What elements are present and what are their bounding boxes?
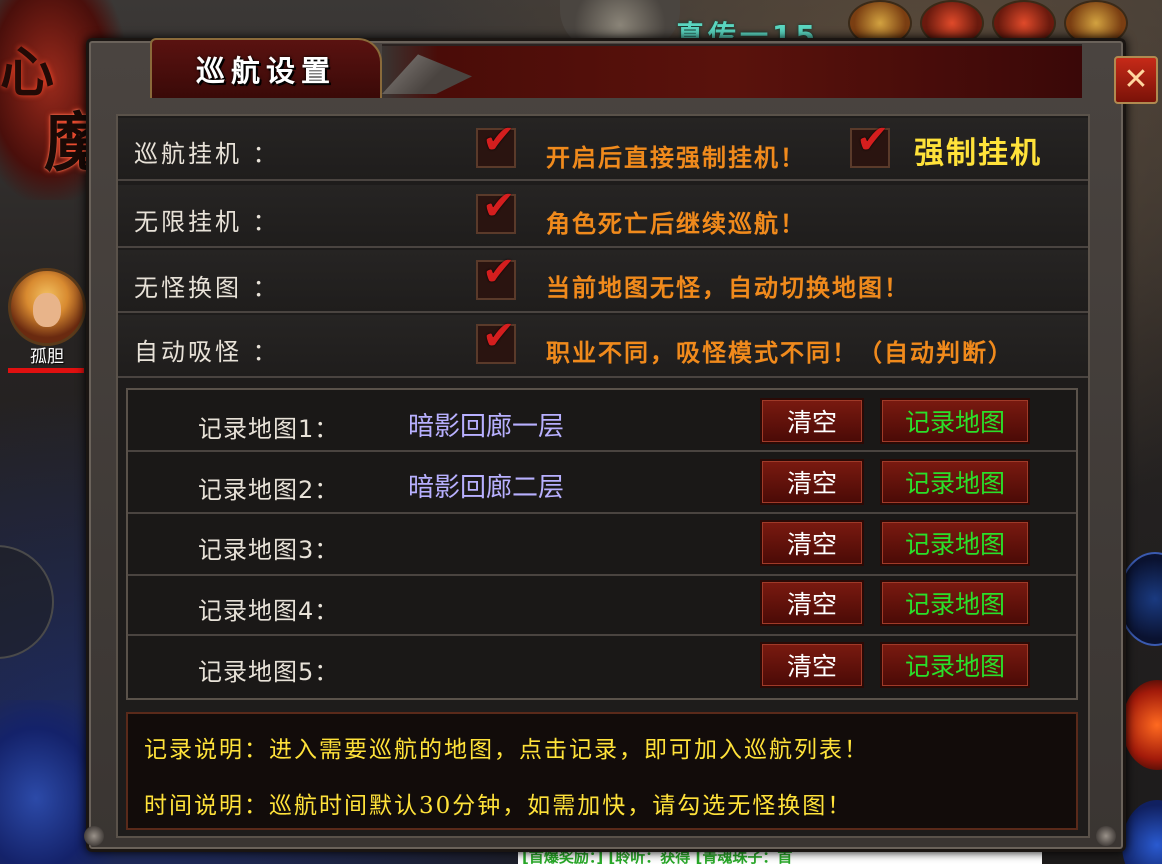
check-icon: ✔ [482,249,516,295]
setting-label-infinite: 无限挂机 ： [134,208,280,236]
check-icon: ✔ [482,313,516,359]
record-label: 记录地图4： [198,597,340,625]
setting-label-cruise: 巡航挂机 ： [134,140,280,168]
checkbox-force-afk[interactable]: ✔ [850,120,890,168]
record-row: 记录地图3： 清空 记录地图 [128,516,1076,576]
checkbox-auto-pull[interactable]: ✔ [476,316,516,364]
record-map-button[interactable]: 记录地图 [880,459,1030,505]
check-icon: ✔ [482,183,516,229]
record-map-button[interactable]: 记录地图 [880,580,1030,626]
checkbox-infinite[interactable]: ✔ [476,186,516,234]
close-icon: ✕ [1123,62,1149,97]
record-map-button-label: 记录地图 [904,408,1005,437]
record-label: 记录地图5： [198,658,340,686]
record-row: 记录地图4： 清空 记录地图 [128,576,1076,636]
setting-desc-cruise: 开启后直接强制挂机！ [546,143,806,172]
instructions-box: 记录说明：进入需要巡航的地图，点击记录，即可加入巡航列表！ 时间说明：巡航时间默… [126,712,1078,830]
player-name: 孤胆 [30,347,64,367]
record-map-button[interactable]: 记录地图 [880,398,1030,444]
time-instruction: 时间说明：巡航时间默认30分钟，如需加快，请勾选无怪换图！ [144,793,853,819]
record-map-button-label: 记录地图 [904,590,1005,619]
player-avatar[interactable] [8,268,86,346]
clear-button[interactable]: 清空 [760,520,864,566]
title-bar-ornament [382,44,1082,98]
clear-button-label: 清空 [786,469,837,498]
close-button[interactable]: ✕ [1114,56,1158,104]
checkbox-cruise[interactable]: ✔ [476,120,516,168]
record-map-button[interactable]: 记录地图 [880,642,1030,688]
record-map-name: 暗影回廊二层 [408,473,565,503]
setting-desc-auto-pull: 职业不同，吸怪模式不同！（自动判断） [546,338,1014,367]
setting-label-switch-map: 无怪换图 ： [134,274,280,302]
player-hp-bar [8,368,84,373]
record-row: 记录地图2： 暗影回廊二层 清空 记录地图 [128,454,1076,514]
dialog-title: 巡航设置 [195,54,336,88]
check-icon: ✔ [856,117,890,163]
clear-button-label: 清空 [786,530,837,559]
clear-button-label: 清空 [786,590,837,619]
joystick[interactable] [0,545,54,659]
record-map-button-label: 记录地图 [904,469,1005,498]
clear-button[interactable]: 清空 [760,642,864,688]
record-map-button-label: 记录地图 [904,530,1005,559]
record-map-button-label: 记录地图 [904,652,1005,681]
checkbox-switch-map[interactable]: ✔ [476,252,516,300]
clear-button-label: 清空 [786,652,837,681]
record-label: 记录地图1： [198,415,340,443]
force-afk-label: 强制挂机 [914,136,1042,171]
frame-rivet [84,826,104,846]
setting-label-auto-pull: 自动吸怪 ： [134,338,280,366]
record-map-name: 暗影回廊一层 [408,412,565,442]
record-instruction: 记录说明：进入需要巡航的地图，点击记录，即可加入巡航列表！ [144,737,869,763]
record-label: 记录地图3： [198,536,340,564]
check-icon: ✔ [482,117,516,163]
record-row: 记录地图5： 清空 记录地图 [128,638,1076,698]
record-label: 记录地图2： [198,476,340,504]
avatar-face [33,293,61,327]
clear-button[interactable]: 清空 [760,398,864,444]
dialog-title-tab: 巡航设置 [150,38,382,98]
clear-button[interactable]: 清空 [760,580,864,626]
skill-button-2[interactable] [1122,680,1162,770]
clear-button[interactable]: 清空 [760,459,864,505]
skill-button-3[interactable] [1122,800,1162,864]
setting-desc-switch-map: 当前地图无怪，自动切换地图！ [546,273,910,302]
record-map-button[interactable]: 记录地图 [880,520,1030,566]
clear-button-label: 清空 [786,408,837,437]
record-row: 记录地图1： 暗影回廊一层 清空 记录地图 [128,392,1076,452]
setting-desc-infinite: 角色死亡后继续巡航！ [546,209,806,238]
frame-rivet [1096,826,1116,846]
